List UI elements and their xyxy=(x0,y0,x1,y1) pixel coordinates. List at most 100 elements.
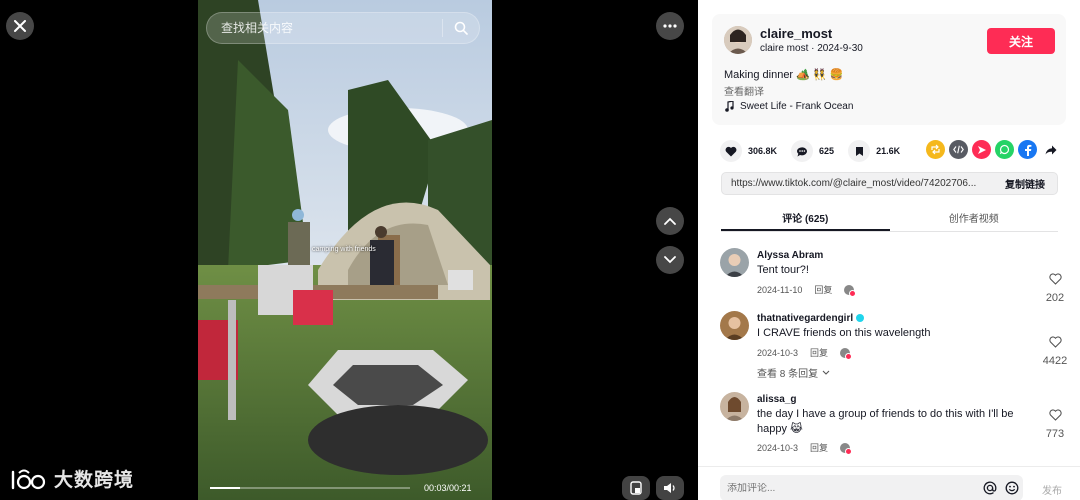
reply-button[interactable]: 回复 xyxy=(810,441,828,454)
video-search-bar xyxy=(206,12,480,44)
save-icon-wrap xyxy=(848,140,871,162)
avatar-image xyxy=(720,248,749,277)
heart-icon xyxy=(725,146,737,156)
comment-like-count: 773 xyxy=(1045,428,1065,440)
comment-button[interactable]: 625 xyxy=(791,140,834,162)
tab-comments[interactable]: 评论 (625) xyxy=(721,207,890,231)
share-url[interactable]: https://www.tiktok.com/@claire_most/vide… xyxy=(722,178,993,189)
bookmark-icon xyxy=(855,146,863,156)
comment-text: Tent tour?! xyxy=(757,264,809,276)
share-link-box: https://www.tiktok.com/@claire_most/vide… xyxy=(721,172,1058,195)
close-icon xyxy=(14,20,26,32)
commenter-username[interactable]: Alyssa Abram xyxy=(757,250,823,261)
translate-link[interactable]: 查看翻译 xyxy=(724,83,764,98)
facebook-icon xyxy=(1024,144,1031,156)
tab-creator-videos[interactable]: 创作者视频 xyxy=(890,207,1059,231)
search-button[interactable] xyxy=(443,21,479,35)
search-input[interactable] xyxy=(207,21,442,35)
chevron-up-icon xyxy=(664,217,676,225)
engagement-stats: 306.8K 625 21.6K xyxy=(720,140,914,162)
author-avatar[interactable] xyxy=(724,26,752,54)
comment-meta: 2024-11-10 回复 xyxy=(757,283,857,297)
share-icons xyxy=(926,140,1060,159)
music-link[interactable]: Sweet Life - Frank Ocean xyxy=(724,101,853,112)
video-description: Making dinner 🏕️ 👯 🍔 xyxy=(724,69,844,81)
whatsapp-share-button[interactable] xyxy=(995,140,1014,159)
more-share-button[interactable] xyxy=(1041,140,1060,159)
heart-outline-icon xyxy=(1048,409,1062,421)
comment-like-button[interactable]: 202 xyxy=(1040,272,1070,304)
commenter-avatar[interactable] xyxy=(720,311,749,340)
view-replies-button[interactable]: 查看 8 条回复 xyxy=(757,365,830,380)
author-username[interactable]: claire_most xyxy=(760,26,832,41)
volume-button[interactable] xyxy=(656,476,684,500)
close-button[interactable] xyxy=(6,12,34,40)
like-icon-wrap xyxy=(720,140,742,162)
copy-link-button[interactable]: 复制链接 xyxy=(993,176,1057,191)
avatar-image xyxy=(720,311,749,340)
facebook-share-button[interactable] xyxy=(1018,140,1037,159)
watermark-text: 大数跨境 xyxy=(54,470,135,491)
embed-button[interactable] xyxy=(949,140,968,159)
save-button[interactable]: 21.6K xyxy=(848,140,900,162)
comment-like-button[interactable]: 4422 xyxy=(1040,335,1070,367)
commenter-avatar[interactable] xyxy=(720,248,749,277)
comment-icon-wrap xyxy=(791,140,814,162)
post-comment-button[interactable]: 发布 xyxy=(1042,482,1062,497)
heart-outline-icon xyxy=(1048,273,1062,285)
heart-outline-icon xyxy=(1048,336,1062,348)
next-video-button[interactable] xyxy=(656,246,684,274)
more-dots-icon xyxy=(663,24,677,28)
watermark-logo-icon xyxy=(11,469,46,489)
previous-video-button[interactable] xyxy=(656,207,684,235)
video-progress-bar[interactable] xyxy=(210,487,410,489)
creator-liked-badge xyxy=(840,347,853,360)
send-to-friends-button[interactable] xyxy=(972,140,991,159)
comment-composer: 发布 xyxy=(698,466,1080,500)
avatar-image xyxy=(720,392,749,421)
comment-like-count: 4422 xyxy=(1042,355,1068,367)
author-subline: claire most · 2024-9-30 xyxy=(760,43,863,54)
panel-tabs: 评论 (625) 创作者视频 xyxy=(721,207,1058,232)
follow-button[interactable]: 关注 xyxy=(987,28,1055,54)
comment-item: alissa_g the day I have a group of frien… xyxy=(720,392,1070,462)
at-mention-icon xyxy=(983,481,997,495)
reply-button[interactable]: 回复 xyxy=(810,346,828,359)
comment-date: 2024-10-3 xyxy=(757,442,799,453)
emoji-button[interactable] xyxy=(1001,481,1023,495)
comment-date: 2024-10-3 xyxy=(757,347,799,358)
more-options-button[interactable] xyxy=(656,12,684,40)
music-note-icon xyxy=(725,101,734,112)
creator-liked-badge xyxy=(840,442,853,455)
commenter-avatar[interactable] xyxy=(720,392,749,421)
comment-count: 625 xyxy=(819,146,835,156)
mention-button[interactable] xyxy=(979,481,1001,495)
emoji-smile-icon xyxy=(1005,481,1019,495)
comment-like-button[interactable]: 773 xyxy=(1040,408,1070,440)
comment-like-count: 202 xyxy=(1045,292,1065,304)
comment-input[interactable] xyxy=(720,482,979,494)
comment-item: Alyssa Abram Tent tour?! 2024-11-10 回复 2… xyxy=(720,248,1070,308)
chevron-down-icon xyxy=(822,370,830,375)
comment-bubble-icon xyxy=(797,146,808,156)
floating-player-button[interactable] xyxy=(622,476,650,500)
like-button[interactable]: 306.8K xyxy=(720,140,777,162)
video-time: 00:03/00:21 xyxy=(424,483,472,493)
save-count: 21.6K xyxy=(876,146,901,156)
watermark: 大数跨境 xyxy=(10,465,134,492)
view-replies-label: 查看 8 条回复 xyxy=(757,369,819,380)
creator-liked-badge xyxy=(844,284,857,297)
floating-player-icon xyxy=(630,481,642,495)
repost-button[interactable] xyxy=(926,140,945,159)
reply-button[interactable]: 回复 xyxy=(814,283,832,296)
commenter-username-text: thatnativegardengirl xyxy=(757,313,854,324)
comment-input-wrap xyxy=(720,475,1023,500)
whatsapp-icon xyxy=(999,144,1010,155)
video-info-panel: claire_most claire most · 2024-9-30 关注 M… xyxy=(698,0,1080,500)
commenter-username[interactable]: thatnativegardengirl xyxy=(757,313,865,324)
commenter-username[interactable]: alissa_g xyxy=(757,394,796,405)
comment-item: thatnativegardengirl I CRAVE friends on … xyxy=(720,311,1070,381)
comment-text: I CRAVE friends on this wavelength xyxy=(757,327,931,339)
video-overlay-caption: camping with friends xyxy=(312,246,376,253)
comment-meta: 2024-10-3 回复 xyxy=(757,346,853,360)
